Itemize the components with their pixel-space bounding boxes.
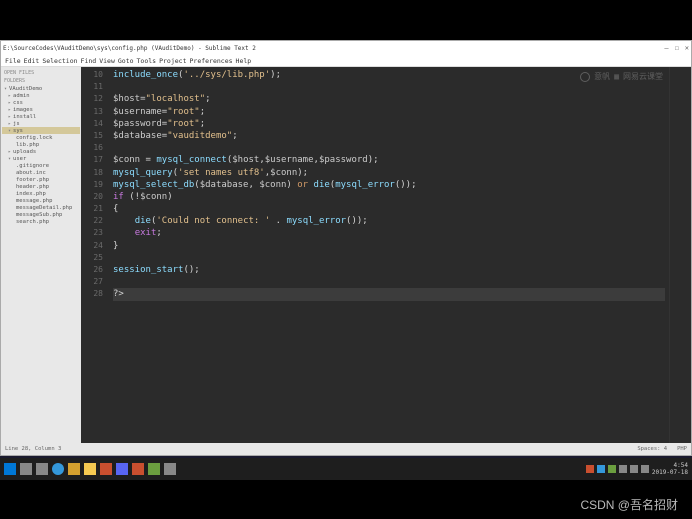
explorer-icon[interactable] [84, 463, 96, 475]
code-area[interactable]: include_once('../sys/lib.php');$host="lo… [109, 67, 669, 443]
disclosure-icon: ▸ [8, 93, 11, 99]
sidebar-item-vauditdemo[interactable]: ▾VAuditDemo [2, 85, 80, 92]
disclosure-icon: ▾ [8, 128, 11, 134]
disclosure-icon: ▸ [8, 114, 11, 120]
tray-icon[interactable] [619, 465, 627, 473]
menu-file[interactable]: File [5, 57, 21, 65]
code-line-18[interactable]: mysql_query('set names utf8',$conn); [113, 167, 665, 179]
status-spaces[interactable]: Spaces: 4 [637, 446, 667, 452]
wifi-icon[interactable] [630, 465, 638, 473]
menu-view[interactable]: View [99, 57, 115, 65]
menu-help[interactable]: Help [236, 57, 252, 65]
sidebar-item-uploads[interactable]: ▸uploads [2, 148, 80, 155]
code-line-21[interactable]: { [113, 203, 665, 215]
sidebar-item-lib-php[interactable]: lib.php [2, 141, 80, 148]
sidebar-item-css[interactable]: ▸css [2, 99, 80, 106]
sidebar-item-search-php[interactable]: search.php [2, 218, 80, 225]
code-line-27[interactable] [113, 276, 665, 288]
sidebar-item-install[interactable]: ▸install [2, 113, 80, 120]
code-line-23[interactable]: exit; [113, 227, 665, 239]
tray-icon[interactable] [597, 465, 605, 473]
sidebar-item--gitignore[interactable]: .gitignore [2, 162, 80, 169]
status-cursor: Line 28, Column 3 [5, 446, 61, 452]
code-line-24[interactable]: } [113, 240, 665, 252]
code-line-26[interactable]: session_start(); [113, 264, 665, 276]
statusbar: Line 28, Column 3 Spaces: 4 PHP [1, 443, 691, 455]
sidebar-item-message-php[interactable]: message.php [2, 197, 80, 204]
sidebar-item-images[interactable]: ▸images [2, 106, 80, 113]
menu-edit[interactable]: Edit [24, 57, 40, 65]
start-button-icon[interactable] [4, 463, 16, 475]
search-icon[interactable] [20, 463, 32, 475]
minimize-button[interactable]: — [664, 44, 668, 52]
app-icon[interactable] [148, 463, 160, 475]
sublime-icon[interactable] [164, 463, 176, 475]
code-line-17[interactable]: $conn = mysql_connect($host,$username,$p… [113, 154, 665, 166]
menu-preferences[interactable]: Preferences [190, 57, 233, 65]
disclosure-icon: ▸ [8, 107, 11, 113]
close-button[interactable]: ✕ [685, 44, 689, 52]
code-editor[interactable]: 10111213141516171819202122232425262728 i… [81, 67, 691, 443]
windows-taskbar[interactable]: 4:54 2019-07-18 [0, 458, 692, 480]
tray-icon[interactable] [586, 465, 594, 473]
sidebar-item-config-lock[interactable]: config.lock [2, 134, 80, 141]
disclosure-icon: ▾ [4, 86, 7, 92]
code-line-19[interactable]: mysql_select_db($database, $conn) or die… [113, 179, 665, 191]
menu-project[interactable]: Project [159, 57, 186, 65]
app-icon[interactable] [132, 463, 144, 475]
disclosure-icon: ▸ [8, 121, 11, 127]
sidebar-item-about-inc[interactable]: about.inc [2, 169, 80, 176]
sidebar-item-index-php[interactable]: index.php [2, 190, 80, 197]
disclosure-icon: ▸ [8, 149, 11, 155]
code-line-22[interactable]: die('Could not connect: ' . mysql_error(… [113, 215, 665, 227]
window-title: E:\SourceCodes\VAuditDemo\sys\config.php… [3, 45, 256, 52]
maximize-button[interactable]: ☐ [675, 44, 679, 52]
code-line-14[interactable]: $password="root"; [113, 118, 665, 130]
taskbar-clock[interactable]: 4:54 2019-07-18 [652, 462, 688, 476]
sidebar[interactable]: OPEN FILES FOLDERS ▾VAuditDemo▸admin▸css… [1, 67, 81, 443]
volume-icon[interactable] [641, 465, 649, 473]
status-syntax[interactable]: PHP [677, 446, 687, 452]
code-line-12[interactable]: $host="localhost"; [113, 93, 665, 105]
sidebar-item-footer-php[interactable]: footer.php [2, 176, 80, 183]
sidebar-item-messagesub-php[interactable]: messageSub.php [2, 211, 80, 218]
menu-selection[interactable]: Selection [42, 57, 77, 65]
titlebar[interactable]: E:\SourceCodes\VAuditDemo\sys\config.php… [1, 41, 691, 55]
menu-find[interactable]: Find [81, 57, 97, 65]
sidebar-item-admin[interactable]: ▸admin [2, 92, 80, 99]
code-line-15[interactable]: $database="vauditdemo"; [113, 130, 665, 142]
app-icon[interactable] [68, 463, 80, 475]
sidebar-heading-open-files: OPEN FILES [2, 69, 80, 77]
sidebar-item-messagedetail-php[interactable]: messageDetail.php [2, 204, 80, 211]
tray-icon[interactable] [608, 465, 616, 473]
code-line-13[interactable]: $username="root"; [113, 106, 665, 118]
menu-goto[interactable]: Goto [118, 57, 134, 65]
sidebar-item-sys[interactable]: ▾sys [2, 127, 80, 134]
minimap[interactable] [669, 67, 691, 443]
disclosure-icon: ▾ [8, 156, 11, 162]
code-line-25[interactable] [113, 252, 665, 264]
csdn-caption: CSDN @吾名招财 [580, 496, 678, 513]
disclosure-icon: ▸ [8, 100, 11, 106]
sublime-window: E:\SourceCodes\VAuditDemo\sys\config.php… [0, 40, 692, 456]
sidebar-heading-folders: FOLDERS [2, 77, 80, 85]
watermark: 意帆 ▦ 网易云课堂 [580, 71, 663, 83]
task-view-icon[interactable] [36, 463, 48, 475]
line-gutter: 10111213141516171819202122232425262728 [81, 67, 109, 443]
watermark-icon2: ▦ [614, 71, 619, 83]
watermark-icon [580, 72, 590, 82]
code-line-28[interactable]: ?> [113, 288, 665, 300]
sidebar-item-user[interactable]: ▾user [2, 155, 80, 162]
menu-tools[interactable]: Tools [137, 57, 157, 65]
menubar: FileEditSelection FindViewGotoToolsProjec… [1, 55, 691, 67]
code-line-20[interactable]: if (!$conn) [113, 191, 665, 203]
app-icon[interactable] [116, 463, 128, 475]
sidebar-item-header-php[interactable]: header.php [2, 183, 80, 190]
app-icon[interactable] [100, 463, 112, 475]
code-line-16[interactable] [113, 142, 665, 154]
sidebar-item-js[interactable]: ▸js [2, 120, 80, 127]
app-icon[interactable] [52, 463, 64, 475]
